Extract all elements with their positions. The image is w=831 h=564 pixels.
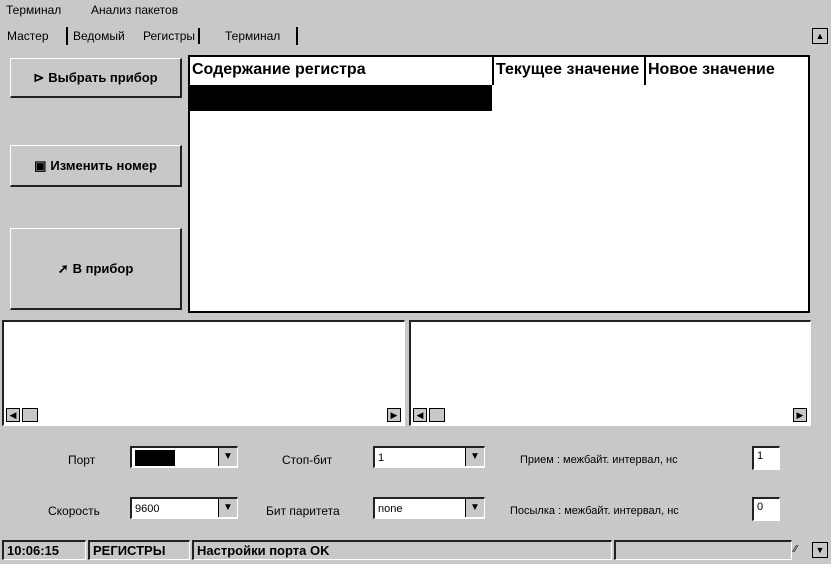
select-device-label: Выбрать прибор — [48, 70, 158, 85]
status-mode: РЕГИСТРЫ — [88, 540, 190, 560]
scroll-thumb[interactable] — [22, 408, 38, 422]
stop-bits-select[interactable]: 1 ▼ — [373, 446, 485, 468]
selected-row[interactable] — [190, 85, 492, 111]
change-number-button[interactable]: ▣ Изменить номер — [10, 145, 182, 187]
scroll-right-icon[interactable]: ▶ — [793, 408, 807, 422]
parity-value: none — [378, 503, 403, 515]
tx-interval-input[interactable]: 0 — [752, 497, 780, 521]
stop-bits-label: Стоп-бит — [282, 453, 333, 467]
speed-select[interactable]: 9600 ▼ — [130, 497, 238, 519]
change-number-label: Изменить номер — [50, 158, 157, 173]
resize-grip-icon[interactable]: ⁄⁄ — [794, 543, 808, 557]
chevron-down-icon[interactable]: ▼ — [218, 448, 237, 466]
column-header-content[interactable]: Содержание регистра — [190, 57, 494, 85]
log-panel-right[interactable]: ◀ ▶ — [409, 320, 811, 426]
chevron-down-icon[interactable]: ▼ — [465, 448, 484, 466]
status-message: Настройки порта OK — [192, 540, 612, 560]
menu-terminal[interactable]: Терминал — [6, 2, 61, 18]
status-time: 10:06:15 — [2, 540, 86, 560]
tab-separator — [66, 27, 68, 45]
to-device-button[interactable]: ➚ В прибор — [10, 228, 182, 310]
tab-master[interactable]: Мастер — [4, 28, 52, 44]
parity-select[interactable]: none ▼ — [373, 497, 485, 519]
register-table[interactable]: Содержание регистра Текущее значение Нов… — [188, 55, 810, 313]
port-value: COM1 — [135, 450, 175, 466]
stop-bits-value: 1 — [378, 452, 385, 464]
chevron-down-icon[interactable]: ▼ — [218, 499, 237, 517]
port-select[interactable]: COM1 ▼ — [130, 446, 238, 468]
edit-number-icon: ▣ — [34, 157, 47, 173]
column-header-current[interactable]: Текущее значение — [494, 57, 646, 85]
send-arrow-icon: ➚ — [57, 260, 69, 276]
chevron-down-icon[interactable]: ▼ — [465, 499, 484, 517]
rx-interval-input[interactable]: 1 — [752, 446, 780, 470]
tab-slave[interactable]: Ведомый — [70, 28, 128, 44]
scroll-up-button[interactable]: ▲ — [812, 28, 828, 44]
rx-interval-label: Прием : межбайт. интервал, нс — [520, 454, 678, 466]
menu-packet-analysis[interactable]: Анализ пакетов — [91, 2, 178, 18]
scroll-thumb[interactable] — [429, 408, 445, 422]
column-header-new[interactable]: Новое значение — [646, 57, 796, 85]
speed-label: Скорость — [48, 504, 100, 518]
tab-separator — [296, 27, 298, 45]
parity-label: Бит паритета — [266, 504, 340, 518]
scroll-down-icon: ▼ — [815, 545, 825, 555]
tab-terminal[interactable]: Терминал — [222, 28, 283, 44]
tab-registers[interactable]: Регистры — [140, 28, 201, 44]
scroll-right-icon[interactable]: ▶ — [387, 408, 401, 422]
status-empty-panel — [614, 540, 792, 560]
select-device-button[interactable]: ⊳ Выбрать прибор — [10, 58, 182, 98]
scroll-left-icon[interactable]: ◀ — [6, 408, 20, 422]
speed-value: 9600 — [135, 503, 160, 515]
to-device-label: В прибор — [72, 261, 134, 276]
device-select-icon: ⊳ — [33, 69, 45, 85]
scroll-up-icon: ▲ — [815, 31, 825, 41]
scroll-left-icon[interactable]: ◀ — [413, 408, 427, 422]
scroll-down-button[interactable]: ▼ — [812, 542, 828, 558]
log-panel-left[interactable]: ◀ ▶ — [2, 320, 405, 426]
tx-interval-label: Посылка : межбайт. интервал, нс — [510, 505, 679, 517]
port-label: Порт — [68, 453, 96, 467]
